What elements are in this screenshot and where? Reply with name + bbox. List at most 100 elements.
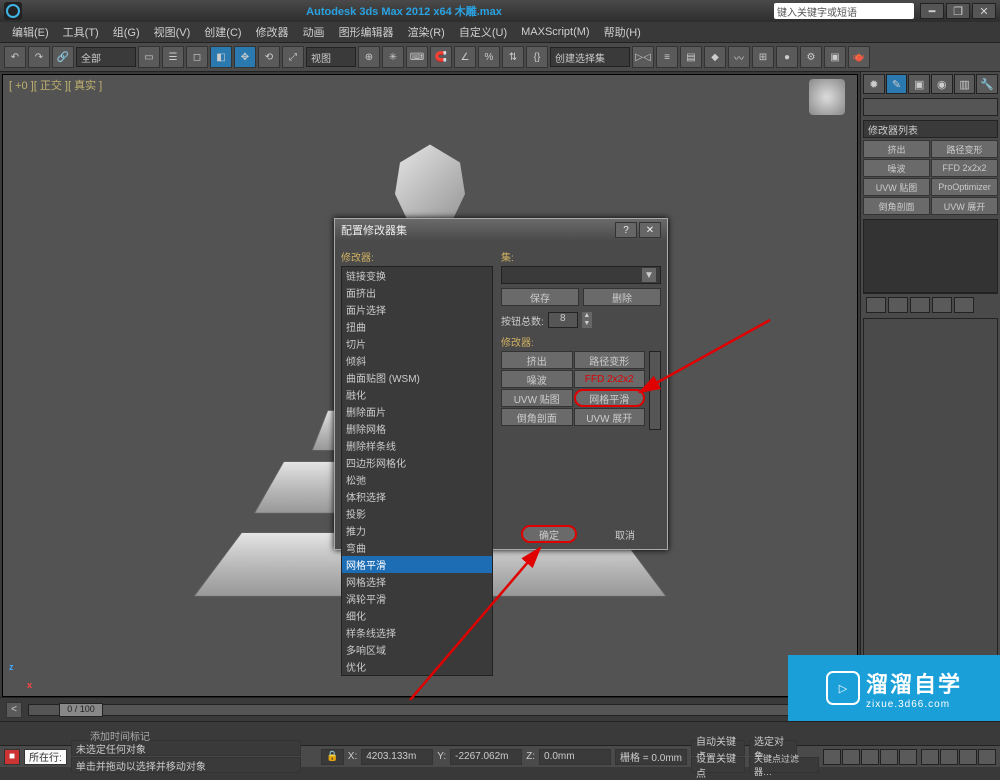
set-btn-4[interactable]: UVW 贴图 xyxy=(501,389,573,407)
configure-sets-button[interactable] xyxy=(954,297,974,313)
lock-selection-icon[interactable]: 🔒 xyxy=(321,749,343,765)
close-button[interactable]: ✕ xyxy=(972,3,996,19)
set-btn-2[interactable]: 噪波 xyxy=(501,370,573,388)
nav-zoomext-button[interactable] xyxy=(978,749,996,765)
save-set-button[interactable]: 保存 xyxy=(501,288,579,306)
panel-btn-ffd[interactable]: FFD 2x2x2 xyxy=(931,159,998,177)
cancel-button[interactable]: 取消 xyxy=(597,525,653,543)
time-config-icon[interactable]: < xyxy=(6,702,22,718)
modifier-stack[interactable] xyxy=(863,219,998,293)
menu-rendering[interactable]: 渲染(R) xyxy=(402,22,451,42)
script-listener-button[interactable]: ■ xyxy=(4,749,20,765)
menu-create[interactable]: 创建(C) xyxy=(198,22,247,42)
align-button[interactable]: ≡ xyxy=(656,46,678,68)
menu-maxscript[interactable]: MAXScript(M) xyxy=(515,24,595,40)
link-button[interactable]: 🔗 xyxy=(52,46,74,68)
coord-z[interactable]: 0.0mm xyxy=(539,749,611,765)
sets-dropdown[interactable]: ▼ xyxy=(501,266,661,284)
dialog-close-button[interactable]: ✕ xyxy=(639,222,661,238)
set-btn-0[interactable]: 挤出 xyxy=(501,351,573,369)
dialog-help-button[interactable]: ? xyxy=(615,222,637,238)
spinner-snap-button[interactable]: ⇅ xyxy=(502,46,524,68)
list-item[interactable]: 涡轮平滑 xyxy=(342,590,492,607)
panel-btn-bevelprofile[interactable]: 倒角剖面 xyxy=(863,197,930,215)
spinner-down[interactable]: ▼ xyxy=(582,320,592,328)
list-item[interactable]: 扭曲 xyxy=(342,318,492,335)
next-frame-button[interactable] xyxy=(880,749,898,765)
pivot-center-button[interactable]: ⊕ xyxy=(358,46,380,68)
panel-btn-uvwunwrap[interactable]: UVW 展开 xyxy=(931,197,998,215)
remove-modifier-button[interactable] xyxy=(932,297,952,313)
layer-manager-button[interactable]: ▤ xyxy=(680,46,702,68)
list-item[interactable]: 删除网格 xyxy=(342,420,492,437)
nav-pan-button[interactable] xyxy=(921,749,939,765)
pin-stack-button[interactable] xyxy=(866,297,886,313)
list-item[interactable]: 细化 xyxy=(342,607,492,624)
panel-btn-uvwmap[interactable]: UVW 贴图 xyxy=(863,178,930,196)
select-scale-button[interactable]: ⤢ xyxy=(282,46,304,68)
window-crossing-button[interactable]: ◧ xyxy=(210,46,232,68)
set-slot-scrollbar[interactable] xyxy=(649,351,661,430)
motion-tab-icon[interactable]: ◉ xyxy=(931,74,953,94)
modify-tab-icon[interactable]: ✎ xyxy=(886,74,908,94)
menu-help[interactable]: 帮助(H) xyxy=(598,22,647,42)
help-search[interactable]: 键入关键字或短语 xyxy=(774,3,914,19)
select-by-name-button[interactable]: ☰ xyxy=(162,46,184,68)
percent-snap-button[interactable]: % xyxy=(478,46,500,68)
panel-btn-noise[interactable]: 噪波 xyxy=(863,159,930,177)
nav-zoom-button[interactable] xyxy=(959,749,977,765)
rect-select-button[interactable]: ◻ xyxy=(186,46,208,68)
menu-grapheditors[interactable]: 图形编辑器 xyxy=(333,22,400,42)
set-btn-3[interactable]: FFD 2x2x2 xyxy=(574,370,646,388)
keyboard-shortcut-button[interactable]: ⌨ xyxy=(406,46,428,68)
ok-button[interactable]: 确定 xyxy=(521,525,577,543)
menu-customize[interactable]: 自定义(U) xyxy=(453,22,513,42)
selection-filter[interactable]: 全部 xyxy=(76,47,136,67)
list-item[interactable]: 多响区域 xyxy=(342,641,492,658)
hierarchy-tab-icon[interactable]: ▣ xyxy=(908,74,930,94)
create-tab-icon[interactable]: ✹ xyxy=(863,74,885,94)
list-item[interactable]: 面片选择 xyxy=(342,301,492,318)
mirror-button[interactable]: ▷◁ xyxy=(632,46,654,68)
coord-x[interactable]: 4203.133m xyxy=(361,749,433,765)
list-item[interactable]: 融化 xyxy=(342,386,492,403)
list-item[interactable]: 删除面片 xyxy=(342,403,492,420)
graphite-button[interactable]: ◆ xyxy=(704,46,726,68)
list-item[interactable]: 体积选择 xyxy=(342,488,492,505)
named-selection-set[interactable]: 创建选择集 xyxy=(550,47,630,67)
minimize-button[interactable]: ━ xyxy=(920,3,944,19)
modifiers-listbox[interactable]: 链接变换面挤出面片选择扭曲切片倾斜曲面贴图 (WSM)融化删除面片删除网格删除样… xyxy=(341,266,493,676)
setkey-button[interactable]: 设置关键点 xyxy=(691,757,745,773)
spinner-up[interactable]: ▲ xyxy=(582,312,592,320)
time-slider-thumb[interactable]: 0 / 100 xyxy=(59,703,103,717)
render-setup-button[interactable]: ⚙ xyxy=(800,46,822,68)
select-object-button[interactable]: ▭ xyxy=(138,46,160,68)
curve-editor-button[interactable]: 〰 xyxy=(728,46,750,68)
modifier-list-dropdown[interactable]: 修改器列表 xyxy=(863,120,998,138)
nav-orbit-button[interactable] xyxy=(940,749,958,765)
prev-frame-button[interactable] xyxy=(842,749,860,765)
render-button[interactable]: 🫖 xyxy=(848,46,870,68)
set-btn-7[interactable]: UVW 展开 xyxy=(574,408,646,426)
ref-coord-system[interactable]: 视图 xyxy=(306,47,356,67)
list-item[interactable]: 面挤出 xyxy=(342,284,492,301)
set-btn-6[interactable]: 倒角剖面 xyxy=(501,408,573,426)
list-item[interactable]: 网格平滑 xyxy=(342,556,492,573)
goto-start-button[interactable] xyxy=(823,749,841,765)
manipulate-button[interactable]: ✳ xyxy=(382,46,404,68)
display-tab-icon[interactable]: ▥ xyxy=(954,74,976,94)
panel-btn-pathdeform[interactable]: 路径变形 xyxy=(931,140,998,158)
menu-edit[interactable]: 编辑(E) xyxy=(6,22,55,42)
set-btn-1[interactable]: 路径变形 xyxy=(574,351,646,369)
viewcube[interactable]: ◳ xyxy=(809,79,845,115)
coord-y[interactable]: -2267.062m xyxy=(450,749,522,765)
list-item[interactable]: 投影 xyxy=(342,505,492,522)
list-item[interactable]: 四边形网格化 xyxy=(342,454,492,471)
goto-end-button[interactable] xyxy=(899,749,917,765)
material-editor-button[interactable]: ● xyxy=(776,46,798,68)
menu-group[interactable]: 组(G) xyxy=(107,22,146,42)
list-item[interactable]: 松弛 xyxy=(342,471,492,488)
list-item[interactable]: 删除样条线 xyxy=(342,437,492,454)
show-end-result-button[interactable] xyxy=(888,297,908,313)
utilities-tab-icon[interactable]: 🔧 xyxy=(976,74,998,94)
